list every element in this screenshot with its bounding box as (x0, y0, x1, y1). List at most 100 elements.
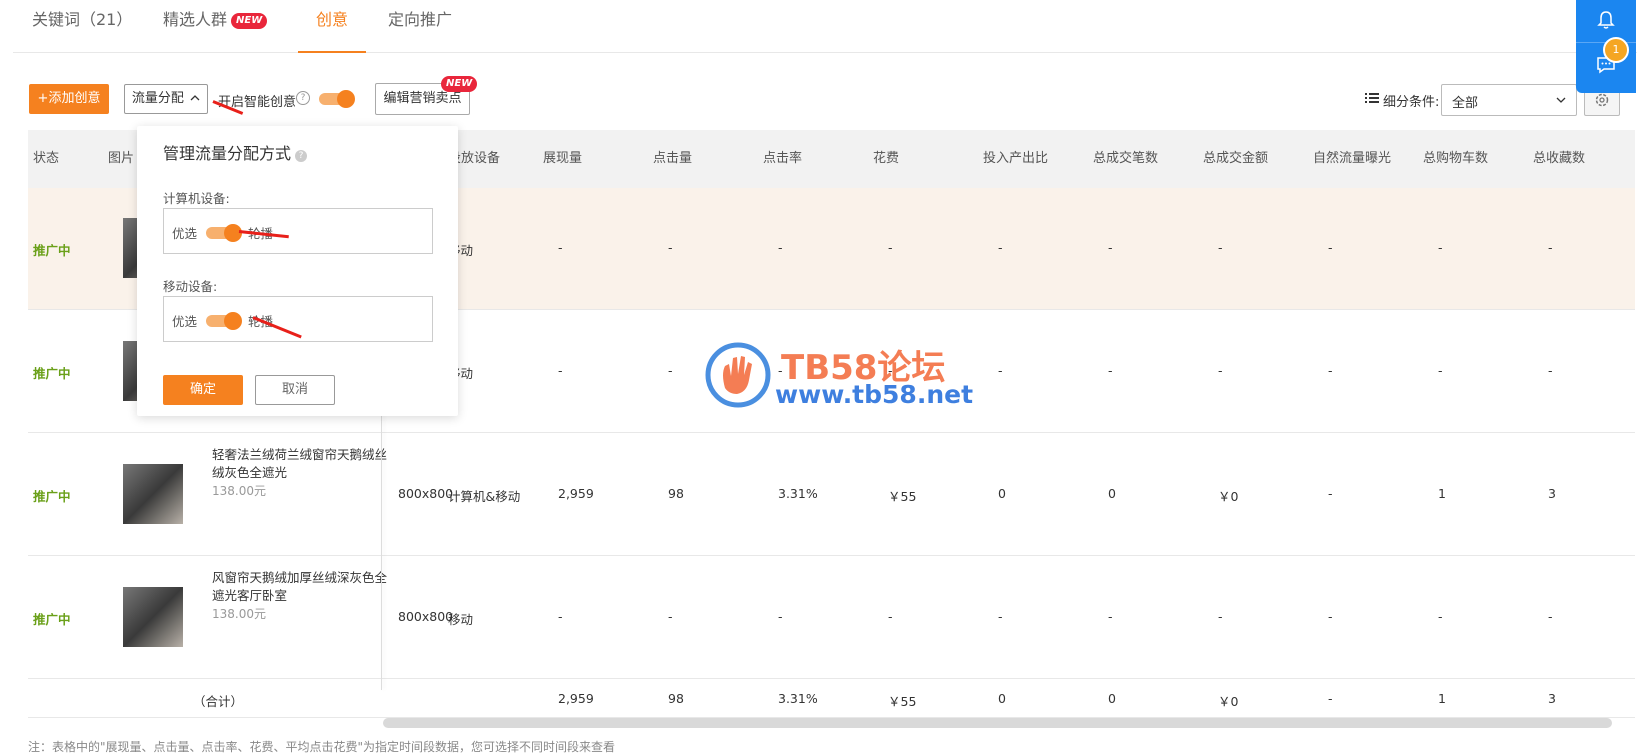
pc-device-label: 计算机设备: (163, 191, 230, 206)
option-preferred: 优选 (172, 226, 198, 241)
filter-label: 细分条件: (1383, 95, 1440, 110)
orders-cell: - (1108, 240, 1113, 255)
orders-cell: 0 (1108, 486, 1116, 501)
device-cell: 计算机&移动 (448, 489, 521, 504)
table-total-row: （合计） 2,959 98 3.31% ￥55 0 0 ￥0 - 1 3 (28, 679, 1635, 718)
tab-keywords[interactable]: 关键词（21） (32, 0, 132, 52)
filter-select[interactable]: 全部 (1441, 84, 1577, 116)
product-name[interactable]: 风窗帘天鹅绒加厚丝绒深灰色全遮光客厅卧室 (212, 569, 392, 605)
col-orders: 总成交笔数 (1093, 151, 1159, 166)
cart-cell: - (1438, 240, 1443, 255)
fav-cell: - (1548, 240, 1553, 255)
orders-cell: - (1108, 363, 1113, 378)
roi-cell: - (998, 363, 1003, 378)
option-preferred: 优选 (172, 314, 198, 329)
tab-crowd[interactable]: 精选人群 NEW (163, 0, 268, 52)
page: 关键词（21） 精选人群 NEW 创意 定向推广 +添加创意 流量分配 开启智能创… (13, 0, 1637, 754)
gear-icon (1595, 93, 1609, 107)
fav-cell: - (1548, 363, 1553, 378)
organic-cell: - (1328, 609, 1333, 624)
total-impressions: 2,959 (558, 691, 594, 706)
cancel-button[interactable]: 取消 (255, 375, 335, 405)
total-orders: 0 (1108, 691, 1116, 706)
filter-value: 全部 (1452, 96, 1479, 111)
product-price: 138.00元 (212, 607, 266, 621)
cost-cell: - (888, 240, 893, 255)
status-badge: 推广中 (33, 612, 71, 627)
tab-creative[interactable]: 创意 (297, 0, 367, 53)
tab-targeting[interactable]: 定向推广 (388, 0, 452, 52)
table-row[interactable]: 推广中 轻奢法兰绒荷兰绒窗帘天鹅绒丝绒灰色全遮光 138.00元 800x800… (28, 433, 1635, 556)
popup-title: 管理流量分配方式? (163, 140, 308, 164)
new-badge: NEW (441, 76, 478, 92)
product-info: 轻奢法兰绒荷兰绒窗帘天鹅绒丝绒灰色全遮光 138.00元 (212, 446, 392, 500)
traffic-allocation-button[interactable]: 流量分配 (124, 84, 208, 114)
clicks-cell: - (668, 240, 673, 255)
toggle-knob (224, 312, 242, 330)
size-cell: 800x800 (398, 486, 454, 501)
status-badge: 推广中 (33, 243, 71, 258)
watermark: TB58论坛 www.tb58.net (703, 340, 973, 413)
gmv-cell: - (1218, 363, 1223, 378)
ctr-cell: - (778, 609, 783, 624)
mobile-device-toggle[interactable] (206, 312, 242, 330)
total-cart: 1 (1438, 691, 1446, 706)
orders-cell: - (1108, 609, 1113, 624)
bell-icon[interactable] (1597, 10, 1615, 30)
clicks-cell: - (668, 609, 673, 624)
chevron-up-icon (190, 95, 200, 101)
ctr-cell: - (778, 240, 783, 255)
col-status: 状态 (33, 151, 60, 166)
col-organic: 自然流量曝光 (1313, 151, 1392, 166)
total-fav: 3 (1548, 691, 1556, 706)
table-note: 注：表格中的"展现量、点击量、点击率、花费、平均点击花费"为指定时间段数据，您可… (28, 740, 616, 754)
total-cost: ￥55 (888, 694, 917, 709)
col-cost: 花费 (873, 151, 900, 166)
clicks-cell: 98 (668, 486, 684, 501)
impressions-cell: - (558, 363, 563, 378)
total-label: （合计） (193, 694, 244, 709)
roi-cell: - (998, 609, 1003, 624)
cart-cell: - (1438, 363, 1443, 378)
confirm-button[interactable]: 确定 (163, 375, 243, 405)
total-organic: - (1328, 691, 1333, 706)
col-clicks: 点击量 (653, 151, 693, 166)
total-roi: 0 (998, 691, 1006, 706)
col-image: 图片 (108, 151, 135, 166)
total-clicks: 98 (668, 691, 684, 706)
gmv-cell: ￥0 (1218, 489, 1239, 504)
product-info: 风窗帘天鹅绒加厚丝绒深灰色全遮光客厅卧室 138.00元 (212, 569, 392, 623)
col-impressions: 展现量 (543, 151, 583, 166)
organic-cell: - (1328, 486, 1333, 501)
device-cell: 移动 (448, 612, 474, 627)
roi-cell: 0 (998, 486, 1006, 501)
organic-cell: - (1328, 363, 1333, 378)
help-icon[interactable]: ? (295, 150, 308, 162)
status-badge: 推广中 (33, 489, 71, 504)
fav-cell: 3 (1548, 486, 1556, 501)
horizontal-scrollbar[interactable] (383, 718, 1612, 728)
mobile-device-label: 移动设备: (163, 279, 218, 294)
ctr-cell: 3.31% (778, 486, 818, 501)
table-row[interactable]: 推广中 风窗帘天鹅绒加厚丝绒深灰色全遮光客厅卧室 138.00元 800x800… (28, 556, 1635, 679)
size-cell: 800x800 (398, 609, 454, 624)
hand-logo-icon (705, 342, 771, 408)
product-name[interactable]: 轻奢法兰绒荷兰绒窗帘天鹅绒丝绒灰色全遮光 (212, 446, 392, 482)
pc-device-toggle[interactable] (206, 224, 242, 242)
add-creative-button[interactable]: +添加创意 (29, 84, 109, 114)
cart-cell: 1 (1438, 486, 1446, 501)
col-ctr: 点击率 (763, 151, 803, 166)
help-icon[interactable]: ? (296, 91, 310, 105)
impressions-cell: 2,959 (558, 486, 594, 501)
col-fav: 总收藏数 (1533, 151, 1586, 166)
product-thumbnail[interactable] (123, 464, 183, 524)
gmv-cell: - (1218, 240, 1223, 255)
impressions-cell: - (558, 240, 563, 255)
message-count-badge: 1 (1603, 37, 1629, 63)
clicks-cell: - (668, 363, 673, 378)
product-thumbnail[interactable] (123, 587, 183, 647)
smart-creative-toggle[interactable] (319, 90, 355, 108)
fav-cell: - (1548, 609, 1553, 624)
gmv-cell: - (1218, 609, 1223, 624)
organic-cell: - (1328, 240, 1333, 255)
